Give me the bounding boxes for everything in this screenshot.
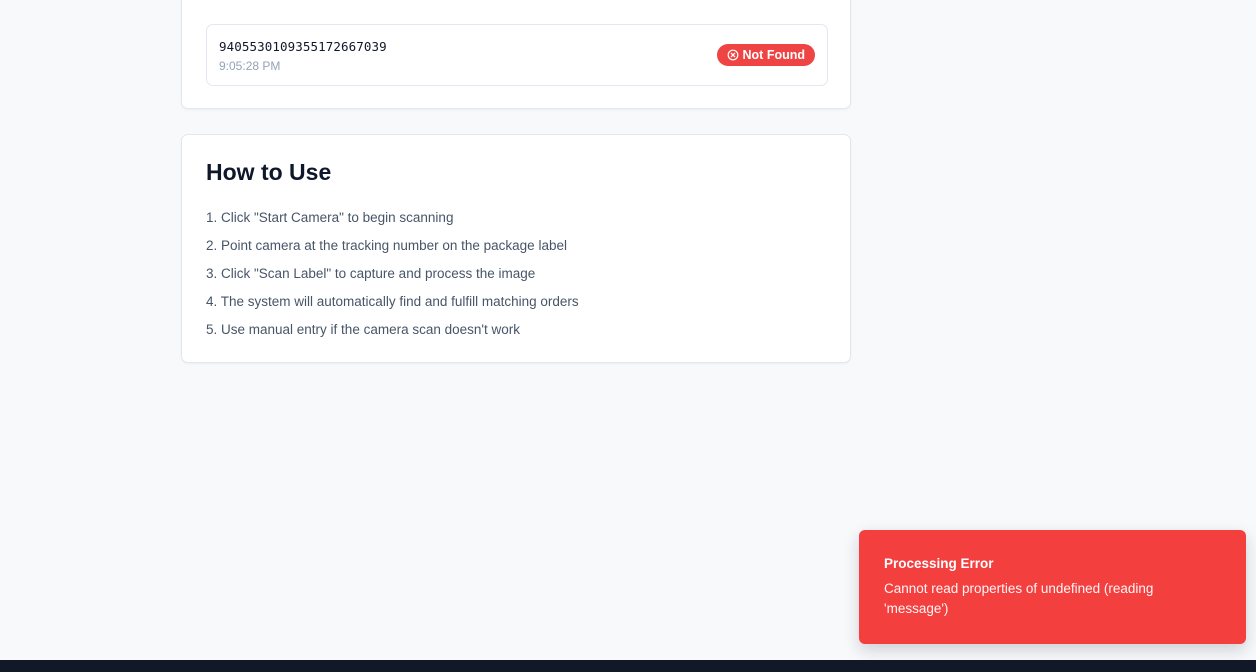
error-toast[interactable]: Processing Error Cannot read properties … bbox=[859, 530, 1246, 644]
status-badge: Not Found bbox=[716, 44, 815, 66]
toast-title: Processing Error bbox=[884, 556, 994, 571]
recent-scans-card: 9405530109355172667039 9:05:28 PM Not Fo… bbox=[181, 0, 851, 109]
scan-result-item: 9405530109355172667039 9:05:28 PM Not Fo… bbox=[206, 24, 828, 86]
footer-bar bbox=[0, 660, 1256, 672]
x-circle-icon bbox=[727, 49, 739, 61]
step-item: 4. The system will automatically find an… bbox=[206, 294, 579, 309]
toast-message: Cannot read properties of undefined (rea… bbox=[884, 581, 1154, 616]
how-to-use-steps: 1. Click "Start Camera" to begin scannin… bbox=[206, 208, 579, 348]
step-item: 1. Click "Start Camera" to begin scannin… bbox=[206, 210, 454, 225]
how-to-use-title: How to Use bbox=[206, 159, 332, 185]
step-item: 3. Click "Scan Label" to capture and pro… bbox=[206, 266, 536, 281]
scan-tracking-number: 9405530109355172667039 bbox=[219, 39, 387, 54]
scan-timestamp: 9:05:28 PM bbox=[219, 59, 281, 73]
status-badge-label: Not Found bbox=[742, 48, 805, 62]
how-to-use-card: How to Use 1. Click "Start Camera" to be… bbox=[181, 134, 851, 363]
step-item: 5. Use manual entry if the camera scan d… bbox=[206, 322, 520, 337]
step-item: 2. Point camera at the tracking number o… bbox=[206, 238, 567, 253]
